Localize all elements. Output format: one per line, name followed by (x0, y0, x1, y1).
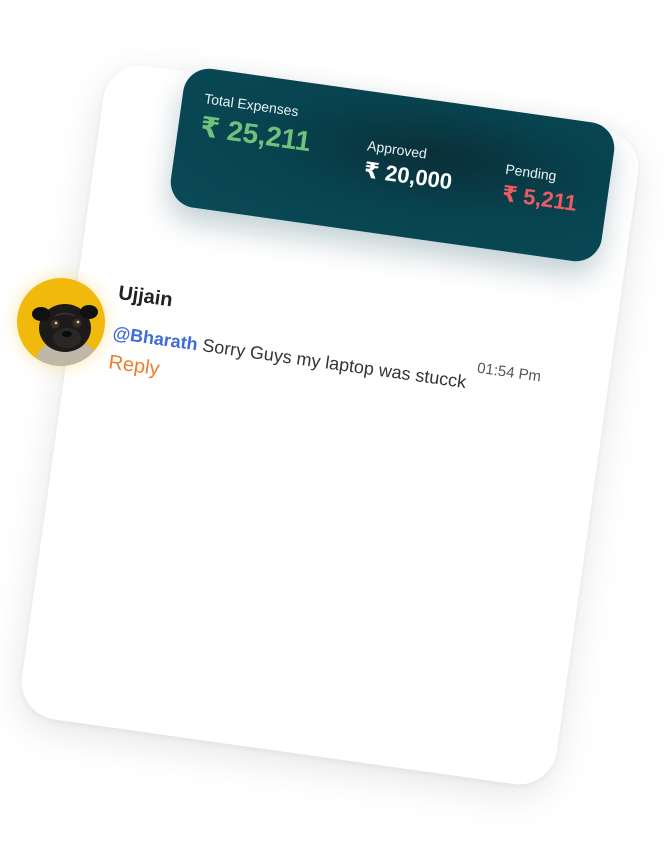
pending-value: ₹ 5,211 (500, 180, 579, 216)
comment-time: 01:54 Pm (476, 359, 543, 386)
stage: Total Expenses ₹ 25,211 Approved ₹ 20,00… (0, 0, 666, 846)
user-avatar[interactable] (17, 278, 105, 366)
total-expenses-stat: Total Expenses ₹ 25,211 (198, 90, 316, 158)
mention-link[interactable]: @Bharath (112, 323, 200, 355)
approved-stat: Approved ₹ 20,000 (362, 137, 456, 195)
pending-stat: Pending ₹ 5,211 (500, 161, 581, 217)
pug-dog-avatar-icon (32, 304, 98, 366)
